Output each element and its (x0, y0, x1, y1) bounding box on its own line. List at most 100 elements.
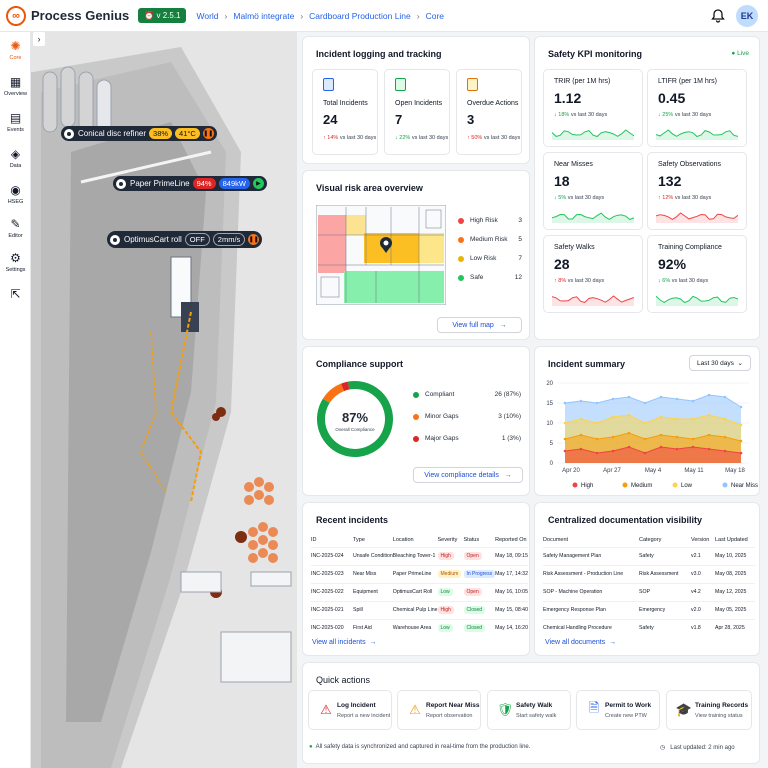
pause-icon[interactable]: ❚❚ (202, 128, 214, 139)
data-point (659, 445, 663, 449)
document-icon (467, 78, 478, 91)
quick-action-subtitle: Report observation (426, 713, 473, 719)
sidebar-item-events[interactable]: ▤ Events (0, 112, 31, 134)
incident-logging-card: Incident logging and tracking Total Inci… (302, 36, 530, 164)
sidebar-item-data[interactable]: ◈ Data (0, 147, 31, 170)
button-label: View compliance details (424, 471, 499, 479)
kpi-value: 24 (323, 112, 338, 127)
bell-icon[interactable] (710, 8, 726, 24)
table-cell: Chemical Pulp Line (392, 607, 438, 613)
table-row[interactable]: INC-2025-020 First Aid Warehouse Area Low Cl… (311, 619, 528, 637)
sidebar-item-editor[interactable]: ✎ Editor (0, 218, 31, 240)
factory-3d-map[interactable]: Conical disc refiner 38% 41°C ❚❚ Paper P… (31, 32, 297, 768)
overview-icon: ▦ (9, 75, 22, 89)
location-pin-icon (64, 128, 74, 139)
database-icon: ◈ (10, 147, 21, 161)
quick-action-log-incident[interactable]: ⚠ Log Incident Report a new incident (308, 690, 392, 730)
kpi-overdue-actions[interactable]: Overdue Actions 3 ↑ 50% vs last 30 days (456, 69, 522, 155)
location-pin-icon (116, 178, 126, 189)
breadcrumb-line[interactable]: Cardboard Production Line (309, 11, 411, 21)
table-row[interactable]: Emergency Response Plan Emergency v2.0 May … (543, 601, 755, 619)
hseg-icon: ◉ (10, 183, 21, 197)
quick-action-title: Permit to Work (605, 702, 652, 709)
date-range-select[interactable]: Last 30 days ⌄ (689, 355, 751, 371)
breadcrumb-world[interactable]: World (196, 11, 218, 21)
x-tick-label: May 11 (684, 468, 704, 474)
kpi-period: vs last 30 days (566, 278, 605, 284)
overlay-name: Paper PrimeLine (130, 179, 190, 188)
play-icon[interactable]: ▶ (252, 178, 264, 189)
kpi-card[interactable]: Training Compliance 92% ↓ 6% vs last 30 da… (647, 235, 747, 313)
risk-floor-map[interactable] (316, 205, 446, 305)
view-all-incidents-link[interactable]: View all incidents → (312, 639, 376, 646)
kpi-card[interactable]: TRIR (per 1M hrs) 1.12 ↓ 18% vs last 30 da… (543, 69, 643, 147)
sidebar-item-label: Events (7, 127, 24, 133)
recent-incidents-card: Recent incidents View all incidents → ID… (302, 502, 530, 656)
quick-action-safety-walk[interactable]: 🛡 Safety Walk Start safety walk (487, 690, 571, 730)
kpi-trend-row: ↓ 18% vs last 30 days (554, 112, 607, 118)
legend-label: Low Risk (470, 255, 497, 262)
quick-action-permit-to-work[interactable]: 🗎 Permit to Work Create new PTW (576, 690, 660, 730)
sidebar-item-hseg[interactable]: ◉ HSEG (0, 183, 31, 206)
legend-label: Near Miss (731, 483, 758, 489)
data-point (739, 423, 743, 427)
table-cell: Closed (463, 601, 496, 619)
sidebar-item-label: HSEG (7, 199, 24, 205)
table-row[interactable]: INC-2025-021 Spill Chemical Pulp Line High C… (311, 601, 528, 619)
card-title: Centralized documentation visibility (548, 515, 703, 525)
view-full-map-button[interactable]: View full map → (437, 317, 522, 333)
chevron-right-icon[interactable]: › (33, 32, 45, 46)
kpi-card[interactable]: Safety Observations 132 ↑ 12% vs last 30 d… (647, 152, 747, 230)
card-title: Incident logging and tracking (316, 49, 442, 59)
version-label: v 2.5.1 (156, 11, 181, 20)
table-cell: SOP (639, 589, 650, 595)
view-all-documents-link[interactable]: View all documents → (545, 639, 616, 646)
data-point (707, 447, 711, 451)
sparkline (552, 295, 634, 306)
app-logo[interactable]: ∞ Process Genius (6, 5, 129, 26)
kpi-card[interactable]: LTIFR (per 1M hrs) 0.45 ↓ 25% vs last 30 d… (647, 69, 747, 147)
table-row[interactable]: INC-2025-024 Unsafe Condition Bleaching To… (311, 547, 528, 565)
severity-badge: Low (437, 588, 453, 596)
table-row[interactable]: INC-2025-023 Near Miss Paper PrimeLine Medi… (311, 565, 528, 583)
overlay-paper-primeline[interactable]: Paper PrimeLine 94% 849kW ▶ (113, 176, 267, 191)
table-row[interactable]: Risk Assessment - Production Line Risk As… (543, 565, 755, 583)
data-point (723, 417, 727, 421)
version-badge[interactable]: ⏰ v 2.5.1 (138, 8, 187, 23)
overlay-optimuscart-roll[interactable]: OptimusCart roll OFF 2mm/s ❚❚ (107, 231, 263, 248)
kpi-card[interactable]: Near Misses 18 ↓ 5% vs last 30 days (543, 152, 643, 230)
donut-slice (322, 383, 345, 404)
data-point (579, 447, 583, 451)
data-point (659, 395, 663, 399)
sidebar-item-overview[interactable]: ▦ Overview (0, 75, 31, 98)
sidebar-item-settings[interactable]: ⚙ Settings (0, 252, 31, 274)
sidebar-item-external[interactable]: ⇱ (0, 288, 31, 303)
avatar[interactable]: EK (736, 5, 758, 27)
overlay-conical-disc-refiner[interactable]: Conical disc refiner 38% 41°C ❚❚ (61, 126, 217, 141)
data-point (595, 451, 599, 455)
table-row[interactable]: Chemical Handling Procedure Safety v1.8 Apr… (543, 619, 755, 637)
kpi-period: vs last 30 days (483, 135, 521, 141)
view-compliance-details-button[interactable]: View compliance details → (413, 467, 523, 483)
breadcrumb-site[interactable]: Malmö integrate (233, 11, 294, 21)
quick-action-training-records[interactable]: 🎓 Training Records View training status (666, 690, 752, 730)
pause-icon[interactable]: ❚❚ (248, 234, 260, 245)
sidebar-item-core[interactable]: ✺ Core (0, 40, 31, 62)
legend-dot-icon (722, 482, 728, 488)
kpi-open-incidents[interactable]: Open Incidents 7 ↓ 22% vs last 30 days (384, 69, 450, 155)
sidebar-item-label: Data (9, 163, 22, 169)
legend-value: 1 (3%) (501, 435, 521, 442)
breadcrumb-current[interactable]: Core (426, 11, 444, 21)
kpi-label: Training Compliance (658, 244, 722, 251)
kpi-card[interactable]: Safety Walks 28 ↑ 8% vs last 30 days (543, 235, 643, 313)
data-point (579, 399, 583, 403)
table-row[interactable]: SOP - Machine Operation SOP v4.2 May 12, 20… (543, 583, 755, 601)
quick-action-report-near-miss[interactable]: ⚠ Report Near Miss Report observation (397, 690, 481, 730)
table-row[interactable]: INC-2025-022 Equipment OptimusCart Roll Low… (311, 583, 528, 601)
walk-icon: 🛡 (496, 702, 514, 717)
kpi-total-incidents[interactable]: Total Incidents 24 ↑ 14% vs last 30 days (312, 69, 378, 155)
table-cell: SOP - Machine Operation (543, 589, 603, 595)
quick-action-subtitle: Report a new incident (337, 713, 391, 719)
table-row[interactable]: Safety Management Plan Safety v2.1 May 10, … (543, 547, 755, 565)
column-header: Last Updated (715, 536, 748, 543)
